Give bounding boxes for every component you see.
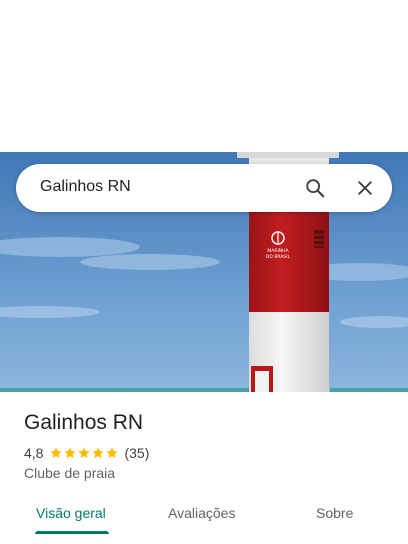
- place-info-panel: Galinhos RN 4,8 (35) Clube de praia Visã…: [0, 392, 408, 544]
- star-rating: [49, 446, 119, 460]
- tab-overview[interactable]: Visão geral: [36, 505, 106, 521]
- active-tab-indicator: [35, 531, 109, 534]
- search-button[interactable]: [301, 174, 329, 202]
- search-input[interactable]: Galinhos RN: [40, 178, 131, 196]
- lighthouse-text-2: DO BRASIL: [266, 254, 291, 260]
- star-icon: [92, 447, 105, 459]
- tab-about[interactable]: Sobre: [316, 505, 353, 521]
- map-blank-area: [0, 0, 408, 152]
- tab-reviews[interactable]: Avaliações: [168, 505, 235, 521]
- star-icon: [78, 447, 91, 459]
- rating-row[interactable]: 4,8 (35): [24, 445, 149, 461]
- close-button[interactable]: [351, 174, 379, 202]
- review-count[interactable]: (35): [124, 445, 149, 461]
- lighthouse-text-1: MARINHA: [267, 248, 289, 254]
- star-icon: [64, 447, 77, 459]
- search-bar[interactable]: Galinhos RN: [16, 164, 392, 212]
- place-title: Galinhos RN: [24, 411, 144, 434]
- star-icon: [106, 447, 119, 459]
- rating-value: 4,8: [24, 445, 44, 461]
- tab-bar: Visão geral Avaliações Sobre: [0, 498, 408, 544]
- star-icon: [50, 447, 63, 459]
- close-icon: [358, 181, 372, 195]
- place-category: Clube de praia: [24, 465, 116, 481]
- search-icon: [306, 179, 325, 198]
